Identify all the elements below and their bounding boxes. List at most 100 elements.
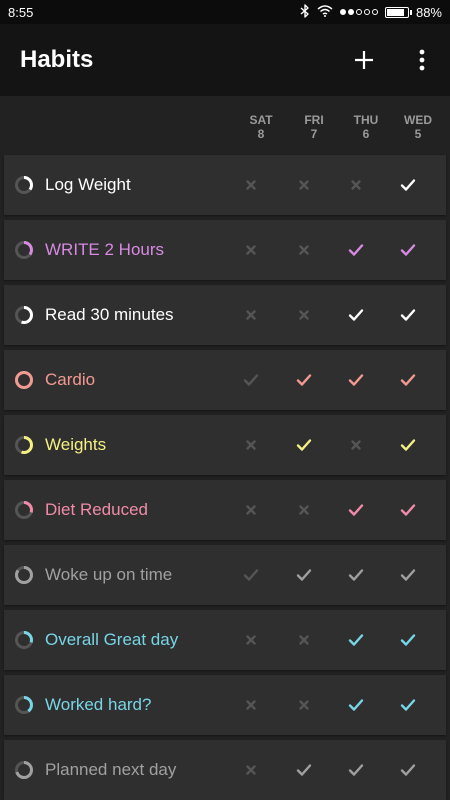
cross-icon xyxy=(246,245,256,255)
cross-icon xyxy=(299,245,309,255)
habit-score-ring-icon xyxy=(15,501,33,519)
cross-icon xyxy=(299,505,309,515)
habit-day-unchecked-toggle[interactable] xyxy=(293,304,315,326)
habit-score-ring-icon xyxy=(15,761,33,779)
cross-icon xyxy=(246,505,256,515)
habit-day-unchecked-toggle[interactable] xyxy=(240,694,262,716)
habit-name: Planned next day xyxy=(45,760,177,779)
check-icon xyxy=(400,179,416,191)
habit-day-checked-toggle[interactable] xyxy=(293,564,315,586)
habit-row[interactable]: Overall Great day xyxy=(4,610,446,670)
cross-icon xyxy=(351,180,361,190)
habit-day-checked-toggle[interactable] xyxy=(397,239,419,261)
habit-day-checked-toggle[interactable] xyxy=(397,499,419,521)
habit-name: Woke up on time xyxy=(45,565,173,584)
habit-day-unchecked-toggle[interactable] xyxy=(345,174,367,196)
habit-row[interactable]: Planned next day xyxy=(4,740,446,800)
habit-row[interactable]: Diet Reduced xyxy=(4,480,446,540)
habit-day-checked-toggle[interactable] xyxy=(397,694,419,716)
habit-day-unchecked-toggle[interactable] xyxy=(293,694,315,716)
cross-icon xyxy=(299,180,309,190)
habit-row[interactable]: Log Weight xyxy=(4,155,446,215)
day-column-header: SAT 8 xyxy=(249,113,273,141)
more-vert-icon xyxy=(419,49,425,71)
habit-row[interactable]: Woke up on time xyxy=(4,545,446,605)
check-icon xyxy=(348,634,364,646)
habit-score-ring-icon xyxy=(15,436,33,454)
habit-day-unchecked-toggle[interactable] xyxy=(240,174,262,196)
habit-day-unchecked-toggle[interactable] xyxy=(345,434,367,456)
habit-day-checked-toggle[interactable] xyxy=(293,369,315,391)
habit-day-unchecked-toggle[interactable] xyxy=(293,499,315,521)
habit-day-checked-toggle[interactable] xyxy=(345,564,367,586)
check-icon xyxy=(400,244,416,256)
habit-day-checked-toggle[interactable] xyxy=(397,629,419,651)
day-column-header: THU 6 xyxy=(353,113,379,141)
habit-row[interactable]: Weights xyxy=(4,415,446,475)
day-column-header: WED 5 xyxy=(404,113,432,141)
check-icon xyxy=(400,569,416,581)
habit-day-unchecked-toggle[interactable] xyxy=(240,759,262,781)
check-icon xyxy=(348,244,364,256)
habit-day-unchecked-toggle[interactable] xyxy=(240,629,262,651)
status-time: 8:55 xyxy=(8,5,34,20)
habit-day-unchecked-toggle[interactable] xyxy=(293,239,315,261)
habit-name: WRITE 2 Hours xyxy=(45,240,165,259)
check-icon xyxy=(348,569,364,581)
habit-name: Diet Reduced xyxy=(45,500,149,519)
habit-name: Read 30 minutes xyxy=(45,305,174,324)
day-column-header: FRI 7 xyxy=(304,113,324,141)
habit-day-checked-toggle[interactable] xyxy=(345,239,367,261)
habit-row[interactable]: Read 30 minutes xyxy=(4,285,446,345)
habit-day-checked-toggle[interactable] xyxy=(345,629,367,651)
cross-icon xyxy=(246,440,256,450)
check-icon xyxy=(400,374,416,386)
cross-icon xyxy=(351,440,361,450)
overflow-menu-button[interactable] xyxy=(406,44,438,76)
habit-day-checked-toggle[interactable] xyxy=(345,694,367,716)
check-icon xyxy=(296,764,312,776)
battery-percent: 88% xyxy=(415,4,442,20)
habit-row[interactable]: WRITE 2 Hours xyxy=(4,220,446,280)
check-icon xyxy=(348,504,364,516)
habit-day-checked-toggle[interactable] xyxy=(345,759,367,781)
habit-day-unchecked-toggle[interactable] xyxy=(293,629,315,651)
habit-day-checked-toggle[interactable] xyxy=(345,369,367,391)
habit-day-checked-toggle[interactable] xyxy=(397,369,419,391)
habit-day-checked-toggle[interactable] xyxy=(345,304,367,326)
habit-row[interactable]: Worked hard? xyxy=(4,675,446,735)
habit-score-ring-icon xyxy=(15,306,33,324)
check-icon xyxy=(400,309,416,321)
habit-day-unchecked-toggle[interactable] xyxy=(240,499,262,521)
check-icon xyxy=(243,374,259,386)
habit-day-checked-toggle[interactable] xyxy=(240,369,262,391)
habit-day-checked-toggle[interactable] xyxy=(345,499,367,521)
status-icons: 88% xyxy=(300,3,442,21)
habit-day-unchecked-toggle[interactable] xyxy=(240,434,262,456)
habit-day-checked-toggle[interactable] xyxy=(397,434,419,456)
habit-day-checked-toggle[interactable] xyxy=(397,174,419,196)
habit-day-checked-toggle[interactable] xyxy=(397,564,419,586)
habit-score-ring-icon xyxy=(15,176,33,194)
habit-day-checked-toggle[interactable] xyxy=(397,304,419,326)
habit-day-checked-toggle[interactable] xyxy=(397,759,419,781)
check-icon xyxy=(400,504,416,516)
cross-icon xyxy=(246,180,256,190)
cross-icon xyxy=(299,700,309,710)
habit-day-checked-toggle[interactable] xyxy=(293,434,315,456)
cross-icon xyxy=(246,310,256,320)
day-header: SAT 8 FRI 7 THU 6 WED 5 xyxy=(0,96,450,154)
habit-day-checked-toggle[interactable] xyxy=(240,564,262,586)
check-icon xyxy=(400,699,416,711)
habit-day-unchecked-toggle[interactable] xyxy=(240,304,262,326)
page-title: Habits xyxy=(20,46,94,73)
check-icon xyxy=(296,374,312,386)
habit-row[interactable]: Cardio xyxy=(4,350,446,410)
habit-day-checked-toggle[interactable] xyxy=(293,759,315,781)
habit-name: Cardio xyxy=(45,370,96,389)
habit-score-ring-icon xyxy=(15,696,33,714)
habit-score-ring-icon xyxy=(15,241,33,259)
add-habit-button[interactable] xyxy=(348,44,380,76)
habit-day-unchecked-toggle[interactable] xyxy=(240,239,262,261)
habit-day-unchecked-toggle[interactable] xyxy=(293,174,315,196)
